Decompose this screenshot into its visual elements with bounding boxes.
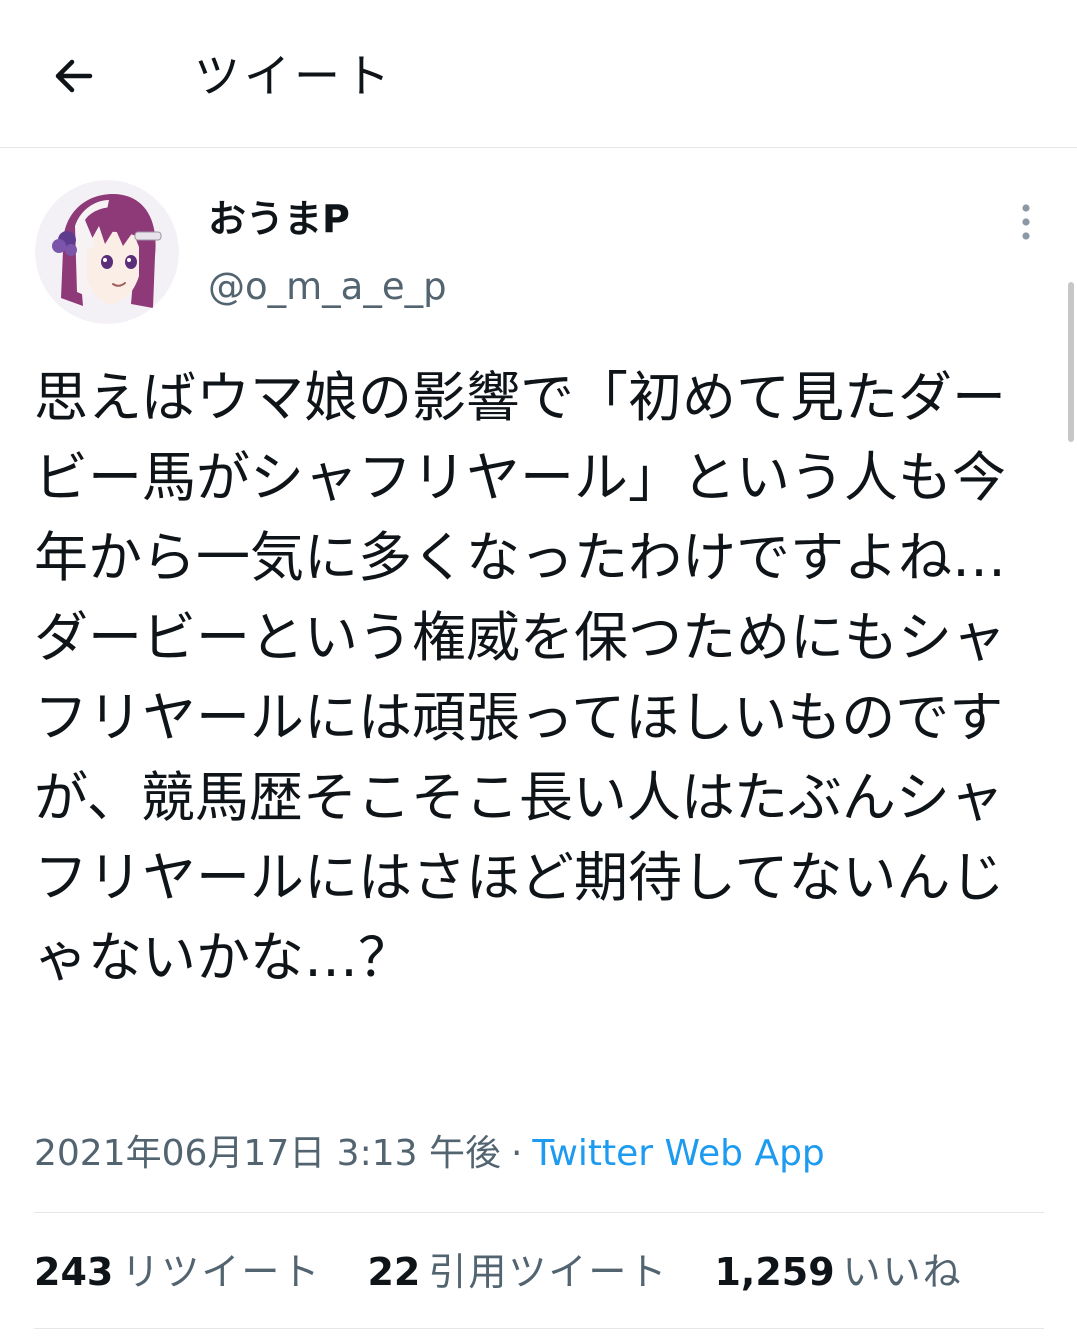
back-button[interactable]	[46, 48, 102, 104]
page-title: ツイート	[194, 49, 394, 103]
tweet-text: 思えばウマ娘の影響で「初めて見たダービー馬がシャフリヤール」という人も今年から一…	[34, 366, 1006, 989]
meta-separator: ·	[510, 1133, 523, 1174]
retweet-label: リツイート	[121, 1250, 322, 1294]
divider	[34, 1328, 1044, 1329]
retweets-stat[interactable]: 243 リツイート	[34, 1244, 321, 1300]
divider	[34, 1212, 1044, 1213]
tweet-source-link[interactable]: Twitter Web App	[532, 1133, 824, 1174]
more-options-button[interactable]	[1004, 198, 1048, 246]
author-handle[interactable]: @o_m_a_e_p	[208, 262, 447, 312]
avatar[interactable]	[35, 180, 179, 324]
engagement-stats: 243 リツイート 22 引用ツイート 1,259 いいね	[34, 1244, 997, 1300]
tweet-detail-screen: ツイート おうまP @o_m_a_e_p 思えばウマ娘の影響で「初めて見たダービ…	[0, 0, 1077, 1336]
quote-count: 22	[367, 1250, 421, 1294]
tweet-meta: 2021年06月17日 3:13 午後 · Twitter Web App	[34, 1128, 825, 1180]
avatar-anime-girl-icon	[35, 180, 179, 324]
arrow-left-icon	[55, 59, 93, 93]
like-count: 1,259	[714, 1250, 835, 1294]
like-label: いいね	[842, 1250, 963, 1294]
likes-stat[interactable]: 1,259 いいね	[714, 1244, 962, 1300]
author-display-name[interactable]: おうまP	[208, 192, 350, 246]
retweet-count: 243	[34, 1250, 114, 1294]
scrollbar[interactable]	[1068, 282, 1074, 442]
quotes-stat[interactable]: 22 引用ツイート	[367, 1244, 668, 1300]
quote-label: 引用ツイート	[428, 1250, 669, 1294]
top-bar: ツイート	[0, 0, 1077, 148]
tweet-timestamp[interactable]: 2021年06月17日 3:13 午後	[34, 1133, 501, 1174]
more-vertical-icon	[1022, 204, 1030, 240]
